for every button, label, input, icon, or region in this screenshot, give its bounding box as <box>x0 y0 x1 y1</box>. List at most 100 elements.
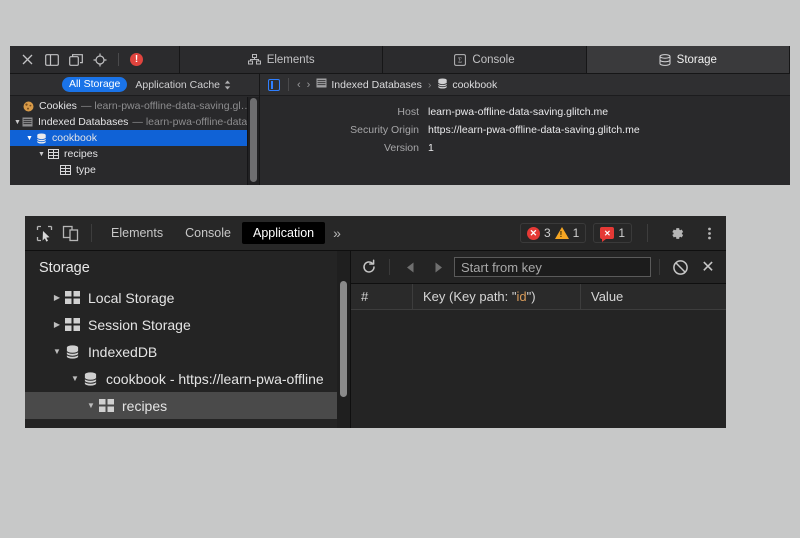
dock-window-icon[interactable] <box>68 52 83 67</box>
database-icon <box>36 133 47 144</box>
tab-elements[interactable]: Elements <box>180 46 383 73</box>
breadcrumb-divider <box>288 78 289 91</box>
grid-icon <box>48 149 59 159</box>
database-properties: Host learn-pwa-offline-data-saving.glitc… <box>260 96 790 154</box>
disclosure-triangle[interactable]: ▼ <box>36 151 47 158</box>
svg-text:Σ: Σ <box>458 56 462 64</box>
sidebar-item-type-label: type <box>99 425 125 429</box>
previous-page-icon[interactable] <box>398 255 422 279</box>
tab-console[interactable]: Σ Console <box>383 46 586 73</box>
breadcrumb: ‹ › Indexed Databases › cookbook <box>260 74 790 96</box>
clear-entries-icon[interactable] <box>668 255 692 279</box>
tab-storage-label: Storage <box>677 54 717 66</box>
console-counters[interactable]: ✕ 3 1 <box>520 223 586 243</box>
scrollbar-thumb[interactable] <box>250 98 257 182</box>
database-icon <box>65 345 80 359</box>
nav-back-icon[interactable]: ‹ <box>297 79 301 91</box>
property-value-version: 1 <box>428 142 434 154</box>
all-storage-button[interactable]: All Storage <box>62 77 127 92</box>
console-icon: Σ <box>454 54 466 66</box>
chrome-devtools-panel: Elements Console Application » ✕ 3 1 ✕ 1 <box>25 216 726 428</box>
close-icon[interactable] <box>20 52 35 67</box>
disclosure-triangle[interactable]: ▶ <box>49 293 65 302</box>
inspect-element-icon[interactable] <box>92 52 107 67</box>
sidebar-item-cookbook-db[interactable]: ▼ cookbook - https://learn-pwa-offline <box>25 365 350 392</box>
toolbar-divider <box>389 259 390 275</box>
toolbar-divider <box>659 259 660 275</box>
tab-application[interactable]: Application <box>242 222 325 244</box>
next-page-icon[interactable] <box>426 255 450 279</box>
tab-elements[interactable]: Elements <box>100 222 174 244</box>
refresh-icon[interactable] <box>357 255 381 279</box>
warning-icon <box>555 227 569 239</box>
disclosure-triangle[interactable]: ▼ <box>24 135 35 142</box>
column-header-key-suffix: ") <box>527 289 536 304</box>
sidebar-item-recipes[interactable]: ▼ recipes <box>25 392 350 419</box>
sidebar-scrollbar[interactable] <box>337 251 350 428</box>
nav-forward-icon[interactable]: › <box>307 79 311 91</box>
gear-icon[interactable] <box>663 220 689 246</box>
idb-data-view: ✕ # Key (Key path: "id") Value <box>351 251 726 428</box>
tree-item-cookies[interactable]: Cookies — learn-pwa-offline-data-saving.… <box>10 98 259 114</box>
property-key-host: Host <box>260 106 428 118</box>
disclosure-triangle[interactable]: ▼ <box>49 347 65 356</box>
sidebar-item-recipes-label: recipes <box>122 398 167 414</box>
tree-item-indexed-databases-suffix: — learn-pwa-offline-data-dat… <box>132 116 260 128</box>
safari-detail-pane: ‹ › Indexed Databases › cookbook <box>260 74 790 185</box>
sidebar-item-session-storage-label: Session Storage <box>88 317 191 333</box>
column-header-key[interactable]: Key (Key path: "id") <box>413 284 581 309</box>
safari-storage-sidebar: All Storage Application Cache Cookies — … <box>10 74 260 185</box>
sidebar-item-type[interactable]: type <box>25 419 350 428</box>
device-toolbar-icon[interactable] <box>57 220 83 246</box>
issues-counter[interactable]: ✕ 1 <box>593 223 632 243</box>
error-badge-icon[interactable]: ! <box>130 53 143 66</box>
column-header-key-prefix: Key (Key path: " <box>423 289 517 304</box>
close-icon[interactable]: ✕ <box>696 255 720 279</box>
more-tabs-icon[interactable]: » <box>325 225 349 241</box>
application-cache-select[interactable]: Application Cache <box>135 79 231 91</box>
disclosure-triangle[interactable]: ▼ <box>83 401 99 410</box>
property-key-version: Version <box>260 142 428 154</box>
sidebar-item-local-storage-label: Local Storage <box>88 290 174 306</box>
tab-console[interactable]: Console <box>174 222 242 244</box>
tree-item-recipes[interactable]: ▼ recipes <box>10 146 259 162</box>
sidebar-toggle-icon[interactable] <box>268 79 280 91</box>
sidebar-section-title: Storage <box>25 251 350 284</box>
scrollbar-thumb[interactable] <box>340 281 347 397</box>
application-cache-label: Application Cache <box>135 79 220 91</box>
tree-item-indexed-databases[interactable]: ▼ Indexed Databases — learn-pwa-offline-… <box>10 114 259 130</box>
property-value-security-origin: https://learn-pwa-offline-data-saving.gl… <box>428 124 640 136</box>
disclosure-triangle[interactable]: ▼ <box>67 374 83 383</box>
column-header-value[interactable]: Value <box>581 284 726 309</box>
property-row: Version 1 <box>260 142 790 154</box>
disclosure-triangle[interactable]: ▶ <box>49 320 65 329</box>
devtools-body: Storage ▶ Local Storage ▶ Session Storag… <box>25 251 726 428</box>
tree-item-type[interactable]: type <box>10 162 259 178</box>
error-icon: ✕ <box>527 227 540 240</box>
breadcrumb-item-indexed-databases-label: Indexed Databases <box>331 79 421 91</box>
property-value-host: learn-pwa-offline-data-saving.glitch.me <box>428 106 608 118</box>
grid-icon <box>60 165 71 175</box>
sidebar-item-indexeddb[interactable]: ▼ IndexedDB <box>25 338 350 365</box>
sidebar-item-local-storage[interactable]: ▶ Local Storage <box>25 284 350 311</box>
start-from-key-input[interactable] <box>454 257 651 277</box>
disclosure-triangle[interactable]: ▼ <box>14 119 21 126</box>
safari-storage-tree: Cookies — learn-pwa-offline-data-saving.… <box>10 96 259 178</box>
cookie-icon <box>23 101 34 112</box>
tree-item-recipes-label: recipes <box>64 148 98 160</box>
inspect-element-icon[interactable] <box>31 220 57 246</box>
idb-grid-body[interactable] <box>351 310 726 428</box>
tree-item-indexed-databases-label: Indexed Databases <box>38 116 128 128</box>
safari-sidebar-scrollbar[interactable] <box>247 97 259 185</box>
breadcrumb-item-indexed-databases[interactable]: Indexed Databases <box>316 78 421 91</box>
grid-icon <box>65 291 80 304</box>
tab-storage[interactable]: Storage <box>587 46 790 73</box>
dock-bottom-icon[interactable] <box>44 52 59 67</box>
column-header-index[interactable]: # <box>351 284 413 309</box>
more-options-icon[interactable] <box>696 220 722 246</box>
toolbar-divider <box>118 53 119 66</box>
tree-item-cookbook[interactable]: ▼ cookbook <box>10 130 259 146</box>
chevron-updown-icon <box>224 80 231 90</box>
sidebar-item-session-storage[interactable]: ▶ Session Storage <box>25 311 350 338</box>
breadcrumb-item-cookbook[interactable]: cookbook <box>437 78 497 92</box>
